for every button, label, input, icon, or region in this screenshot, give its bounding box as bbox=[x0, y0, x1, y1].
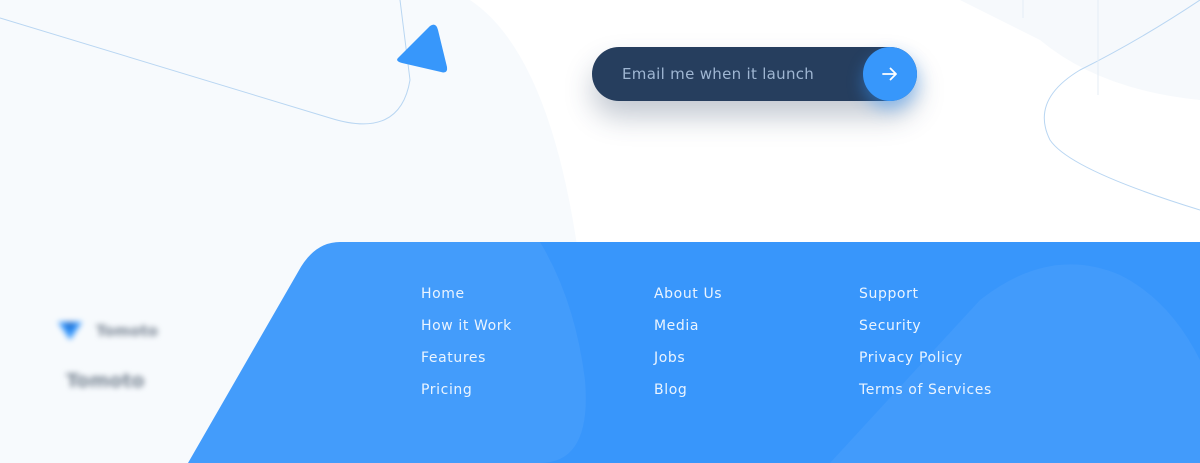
list-item: Privacy Policy bbox=[859, 348, 992, 380]
footer-brand: Tomoto Tomoto bbox=[56, 318, 158, 392]
email-input[interactable] bbox=[592, 47, 854, 101]
brand-row: Tomoto bbox=[56, 318, 158, 344]
list-item: Features bbox=[421, 348, 512, 380]
list-item: Pricing bbox=[421, 380, 512, 412]
email-submit-button[interactable] bbox=[863, 47, 917, 101]
footer-link-jobs[interactable]: Jobs bbox=[654, 350, 685, 366]
list-item: Blog bbox=[654, 380, 722, 412]
list-item: Media bbox=[654, 316, 722, 348]
footer-link-features[interactable]: Features bbox=[421, 350, 486, 366]
footer-link-home[interactable]: Home bbox=[421, 286, 465, 302]
list-item: About Us bbox=[654, 284, 722, 316]
footer-link-blog[interactable]: Blog bbox=[654, 382, 687, 398]
brand-tagline: Tomoto bbox=[66, 370, 145, 392]
footer-link-security[interactable]: Security bbox=[859, 318, 921, 334]
list-item: How it Work bbox=[421, 316, 512, 348]
footer-link-terms-of-services[interactable]: Terms of Services bbox=[859, 382, 992, 398]
list-item: Support bbox=[859, 284, 992, 316]
email-signup-pill bbox=[592, 47, 917, 101]
footer-column-company: About Us Media Jobs Blog bbox=[654, 284, 722, 412]
footer-link-privacy-policy[interactable]: Privacy Policy bbox=[859, 350, 963, 366]
brand-logo-icon bbox=[58, 322, 82, 340]
brand-name[interactable]: Tomoto bbox=[96, 322, 158, 340]
list-item: Security bbox=[859, 316, 992, 348]
list-item: Home bbox=[421, 284, 512, 316]
footer-column-product: Home How it Work Features Pricing bbox=[421, 284, 512, 412]
footer-column-legal: Support Security Privacy Policy Terms of… bbox=[859, 284, 992, 412]
list-item: Terms of Services bbox=[859, 380, 992, 412]
right-panel-shape bbox=[960, 0, 1200, 100]
arrow-right-icon bbox=[882, 67, 897, 81]
footer-link-media[interactable]: Media bbox=[654, 318, 699, 334]
list-item: Jobs bbox=[654, 348, 722, 380]
footer-link-how-it-work[interactable]: How it Work bbox=[421, 318, 512, 334]
footer-link-pricing[interactable]: Pricing bbox=[421, 382, 472, 398]
footer-link-support[interactable]: Support bbox=[859, 286, 919, 302]
footer-link-about-us[interactable]: About Us bbox=[654, 286, 722, 302]
launch-footer-section: Tomoto Tomoto Home How it Work Features … bbox=[0, 0, 1200, 463]
